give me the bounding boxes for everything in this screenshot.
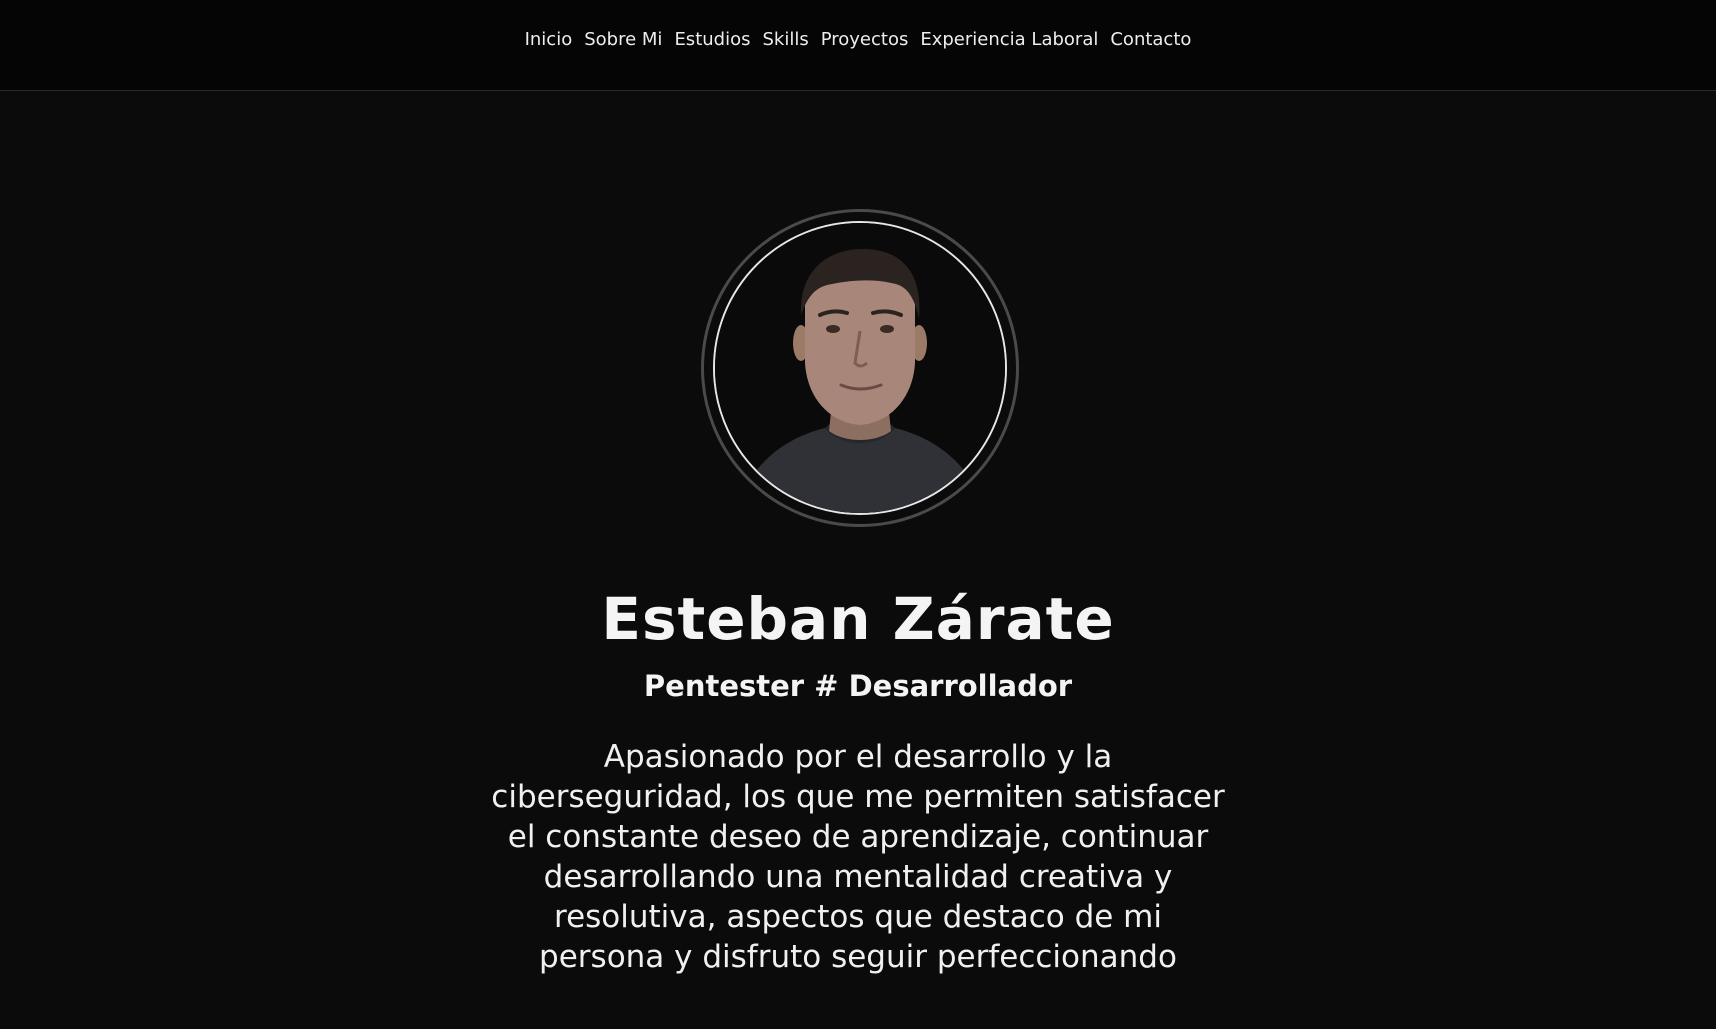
profile-bio: Apasionado por el desarrollo y la cibers…	[491, 739, 1225, 975]
top-navbar: Inicio Sobre Mi Estudios Skills Proyecto…	[0, 0, 1716, 91]
profile-role: Pentester # Desarrollador	[643, 669, 1073, 703]
nav-link-experiencia-laboral[interactable]: Experiencia Laboral	[920, 29, 1098, 50]
nav-link-estudios[interactable]: Estudios	[674, 29, 750, 50]
nav-link-skills[interactable]: Skills	[762, 29, 808, 50]
nav-link-inicio[interactable]: Inicio	[525, 29, 573, 50]
profile-name: Esteban Zárate	[601, 585, 1115, 653]
avatar-outer-ring	[701, 209, 1019, 527]
profile-photo	[713, 221, 1007, 515]
nav-link-contacto[interactable]: Contacto	[1110, 29, 1191, 50]
nav-link-proyectos[interactable]: Proyectos	[821, 29, 909, 50]
hero-section: Esteban Zárate Pentester # Desarrollador…	[0, 91, 1716, 1029]
nav-link-sobre-mi[interactable]: Sobre Mi	[584, 29, 662, 50]
nav-menu: Inicio Sobre Mi Estudios Skills Proyecto…	[525, 29, 1192, 50]
profile-photo-illustration	[715, 223, 1005, 513]
